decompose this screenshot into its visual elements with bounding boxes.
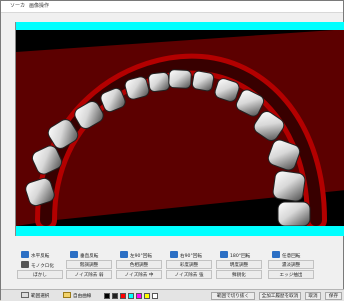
bottom-tool-bar: 範囲選択 自由曲線 範囲で切り抜く 全加工履歴を取消 取消 保存: [1, 289, 344, 301]
rotate-right-icon: [170, 251, 178, 258]
brightness-adjust-button[interactable]: 明度調整: [216, 260, 262, 269]
hue-adjust-button[interactable]: 色相調整: [116, 260, 162, 269]
rotate-right-button[interactable]: 右90°回転: [166, 250, 216, 259]
flip-horizontal-button[interactable]: 水平反転: [17, 250, 67, 259]
title-text: 画像操作: [29, 3, 50, 9]
flip-vertical-icon: [70, 251, 78, 258]
rotate-left-button[interactable]: 左90°回転: [116, 250, 166, 259]
image-edit-window: ソーカ 画像操作 水平反転 垂直反転 左90°回転 右90°回転 180°回転 …: [0, 0, 344, 301]
color-swatch-magenta[interactable]: [136, 293, 142, 299]
monochrome-icon: [21, 261, 29, 268]
tooth: [148, 71, 170, 93]
rotate-180-icon: [220, 251, 228, 258]
title-bar: ソーカ 画像操作: [1, 1, 343, 13]
color-swatch-cyan[interactable]: [128, 293, 134, 299]
denoise-strong-button[interactable]: ノイズ除去 強: [166, 270, 212, 279]
color-swatch-dark[interactable]: [112, 293, 118, 299]
tooth: [277, 201, 311, 226]
monochrome-button[interactable]: モノクロ化: [17, 260, 67, 269]
range-select-tool[interactable]: 範囲選択: [21, 292, 49, 300]
sharpen-button[interactable]: 鮮鋭化: [216, 270, 262, 279]
window-title: ソーカ 画像操作: [10, 2, 53, 11]
contrast-adjust-button[interactable]: 濃淡調整: [268, 260, 314, 269]
free-curve-tool[interactable]: 自由曲線: [63, 292, 91, 300]
cancel-all-history-button[interactable]: 全加工履歴を取消: [259, 292, 301, 300]
tone-adjust-button[interactable]: 階調調整: [66, 260, 112, 269]
color-swatch-white[interactable]: [152, 293, 158, 299]
tooth: [168, 69, 192, 89]
color-swatch-red[interactable]: [120, 293, 126, 299]
crop-button[interactable]: 範囲で切り抜く: [211, 292, 255, 300]
saturation-adjust-button[interactable]: 彩度調整: [166, 260, 212, 269]
image-tools-panel: 水平反転 垂直反転 左90°回転 右90°回転 180°回転 任意回転 モノクロ…: [15, 249, 344, 280]
rotate-free-button[interactable]: 任意回転: [268, 250, 318, 259]
pen-icon: [63, 292, 71, 298]
flip-vertical-button[interactable]: 垂直反転: [66, 250, 116, 259]
select-rect-icon: [21, 292, 29, 298]
flip-horizontal-icon: [21, 251, 29, 258]
save-button[interactable]: 保存: [325, 292, 342, 300]
image-viewport[interactable]: [15, 22, 344, 236]
rotate-left-icon: [120, 251, 128, 258]
denoise-weak-button[interactable]: ノイズ除去 弱: [66, 270, 112, 279]
blur-button[interactable]: ぼかし: [17, 270, 63, 279]
denoise-medium-button[interactable]: ノイズ除去 中: [116, 270, 162, 279]
edge-extract-button[interactable]: エッジ抽出: [268, 270, 314, 279]
tooth: [191, 70, 215, 92]
free-curve-label: 自由曲線: [73, 294, 92, 299]
rotate-free-icon: [272, 251, 280, 258]
top-cyan-band: [16, 22, 344, 30]
color-swatch-black[interactable]: [104, 293, 110, 299]
dental-model-image: [16, 30, 344, 226]
color-swatch-yellow[interactable]: [144, 293, 150, 299]
range-select-label: 範囲選択: [31, 294, 50, 299]
tooth: [272, 170, 306, 202]
rotate-180-button[interactable]: 180°回転: [216, 250, 266, 259]
title-prefix: ソーカ: [10, 3, 26, 9]
bottom-cyan-band: [16, 226, 344, 236]
undo-button[interactable]: 取消: [305, 292, 321, 300]
